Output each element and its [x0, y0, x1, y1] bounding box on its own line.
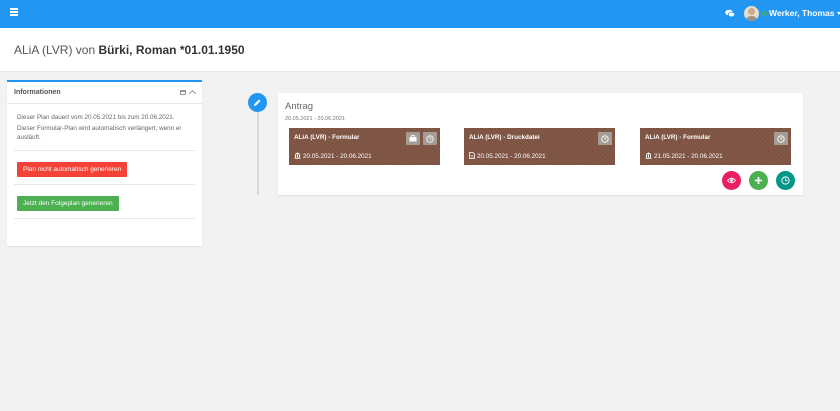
divider — [14, 183, 195, 185]
file-icon — [469, 152, 475, 159]
antrag-date-range: 20.05.2021 - 20.06.2021 — [285, 116, 345, 122]
clock-icon — [601, 135, 609, 143]
clock-icon — [777, 135, 785, 143]
document-date-label: 20.05.2021 - 20.06.2021 — [303, 153, 372, 160]
document-name: ALiA (LVR) - Druckdatei — [469, 134, 540, 141]
document-date: 20.05.2021 - 20.06.2021 — [294, 152, 372, 160]
briefcase-icon — [409, 135, 417, 142]
comments-icon[interactable] — [725, 9, 735, 18]
document-name: ALiA (LVR) - Formular — [645, 134, 711, 141]
briefcase-button[interactable] — [406, 132, 420, 145]
eye-icon — [727, 177, 736, 184]
pencil-icon — [254, 99, 261, 106]
generate-next-plan-button[interactable]: Jetzt den Folgeplan generieren — [17, 195, 119, 211]
history-button[interactable] — [776, 171, 795, 190]
add-button[interactable] — [749, 171, 768, 190]
top-navbar: Werker, Thomas — [0, 0, 840, 28]
clock-button[interactable] — [598, 132, 612, 145]
plan-auto-extend-text: Dieser Formular-Plan wird automatisch ve… — [17, 124, 182, 142]
calendar-icon[interactable] — [180, 90, 187, 95]
antrag-panel: Antrag 20.05.2021 - 20.06.2021 ALiA (LVR… — [278, 93, 803, 195]
bank-icon — [294, 152, 301, 159]
clock-button[interactable] — [423, 132, 437, 145]
document-date-label: 21.05.2021 - 20.06.2021 — [654, 153, 723, 160]
document-name: ALiA (LVR) - Formular — [294, 134, 360, 141]
page-title: ALiA (LVR) von Bürki, Roman *01.01.1950 — [14, 43, 245, 57]
document-date: 20.05.2021 - 20.06.2021 — [469, 152, 546, 160]
document-card[interactable]: ALiA (LVR) - Formular 21.05.2021 - 20.06… — [640, 128, 791, 165]
page-title-prefix: ALiA (LVR) von — [14, 43, 96, 57]
clock-icon — [781, 176, 790, 185]
page-title-name: Bürki, Roman *01.01.1950 — [98, 43, 245, 57]
plan-duration-text: Dieser Plan dauert vom 20.05.2021 bis zu… — [17, 114, 175, 121]
divider — [14, 149, 195, 151]
chevron-up-icon[interactable] — [188, 89, 197, 98]
avatar[interactable] — [744, 6, 759, 21]
document-card[interactable]: ALiA (LVR) - Druckdatei 20.05.2021 - 20.… — [464, 128, 615, 165]
hamburger-icon[interactable] — [10, 8, 18, 16]
user-menu[interactable]: Werker, Thomas — [769, 8, 840, 18]
plus-icon — [755, 177, 762, 184]
clock-button[interactable] — [774, 132, 788, 145]
view-button[interactable] — [722, 171, 741, 190]
online-status-icon — [762, 11, 767, 16]
info-panel-tools — [180, 89, 197, 98]
page-header: ALiA (LVR) von Bürki, Roman *01.01.1950 — [0, 28, 840, 72]
antrag-title: Antrag — [285, 101, 313, 112]
info-panel-header: Informationen — [7, 82, 202, 104]
document-card[interactable]: ALiA (LVR) - Formular 20.05.2021 - 20.06… — [289, 128, 440, 165]
info-panel: Informationen Dieser Plan dauert vom 20.… — [7, 80, 202, 246]
caret-down-icon — [836, 12, 840, 16]
document-date: 21.05.2021 - 20.06.2021 — [645, 152, 723, 160]
bank-icon — [645, 152, 652, 159]
timeline-line — [257, 103, 259, 195]
clock-icon — [426, 135, 434, 143]
disable-auto-generate-button[interactable]: Plan nicht automatisch generieren — [17, 161, 128, 177]
user-name-label: Werker, Thomas — [769, 8, 835, 18]
divider — [14, 217, 195, 219]
document-date-label: 20.05.2021 - 20.06.2021 — [477, 153, 546, 160]
info-panel-title: Informationen — [14, 89, 61, 96]
timeline-edit-node[interactable] — [248, 93, 267, 112]
